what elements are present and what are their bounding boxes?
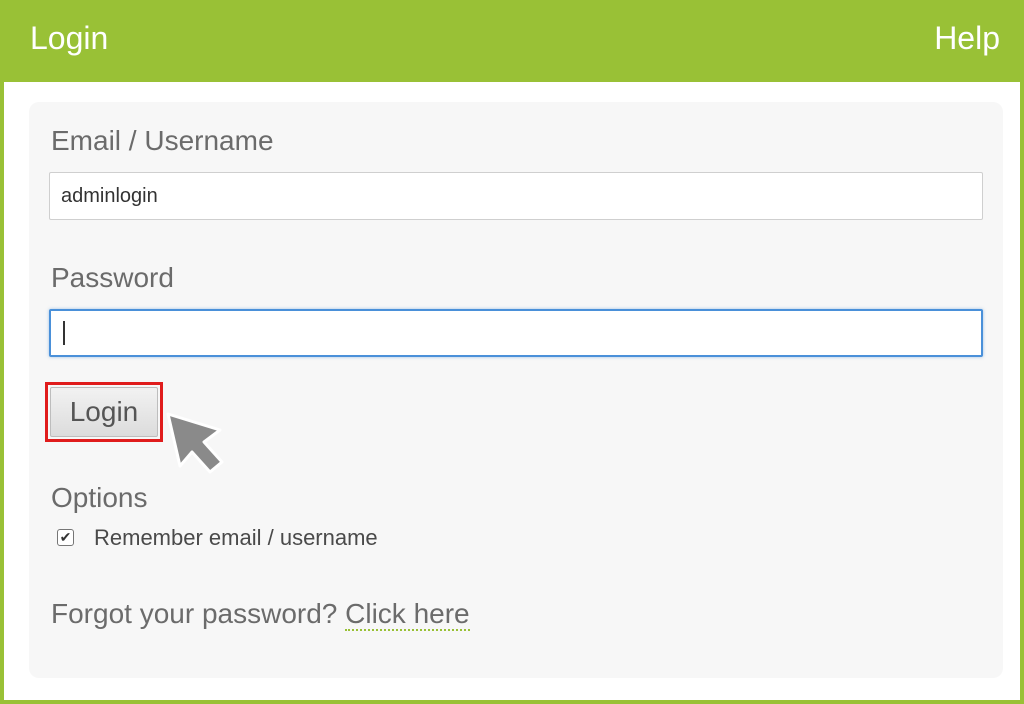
password-label: Password [51,262,174,293]
remember-label: Remember email / username [94,525,378,550]
header-bar: Login Help [4,0,1024,82]
password-field[interactable] [49,309,983,357]
cursor-arrow-icon [166,412,224,474]
forgot-text: Forgot your password? [51,598,338,629]
remember-checkbox[interactable]: ✔ [57,529,74,546]
page-title: Login [30,20,109,56]
forgot-password-link[interactable]: Click here [345,598,470,631]
text-caret [63,321,65,345]
options-heading: Options [51,482,148,513]
forgot-password: Forgot your password? Click here [51,597,470,631]
login-window: Login Help Email / Username adminlogin P… [0,0,1024,704]
checkmark-icon: ✔ [59,529,72,545]
username-field[interactable]: adminlogin [49,172,983,220]
username-value: adminlogin [61,185,158,207]
help-link[interactable]: Help [934,19,1000,57]
login-button[interactable]: Login [50,387,158,437]
username-label: Email / Username [51,125,274,156]
